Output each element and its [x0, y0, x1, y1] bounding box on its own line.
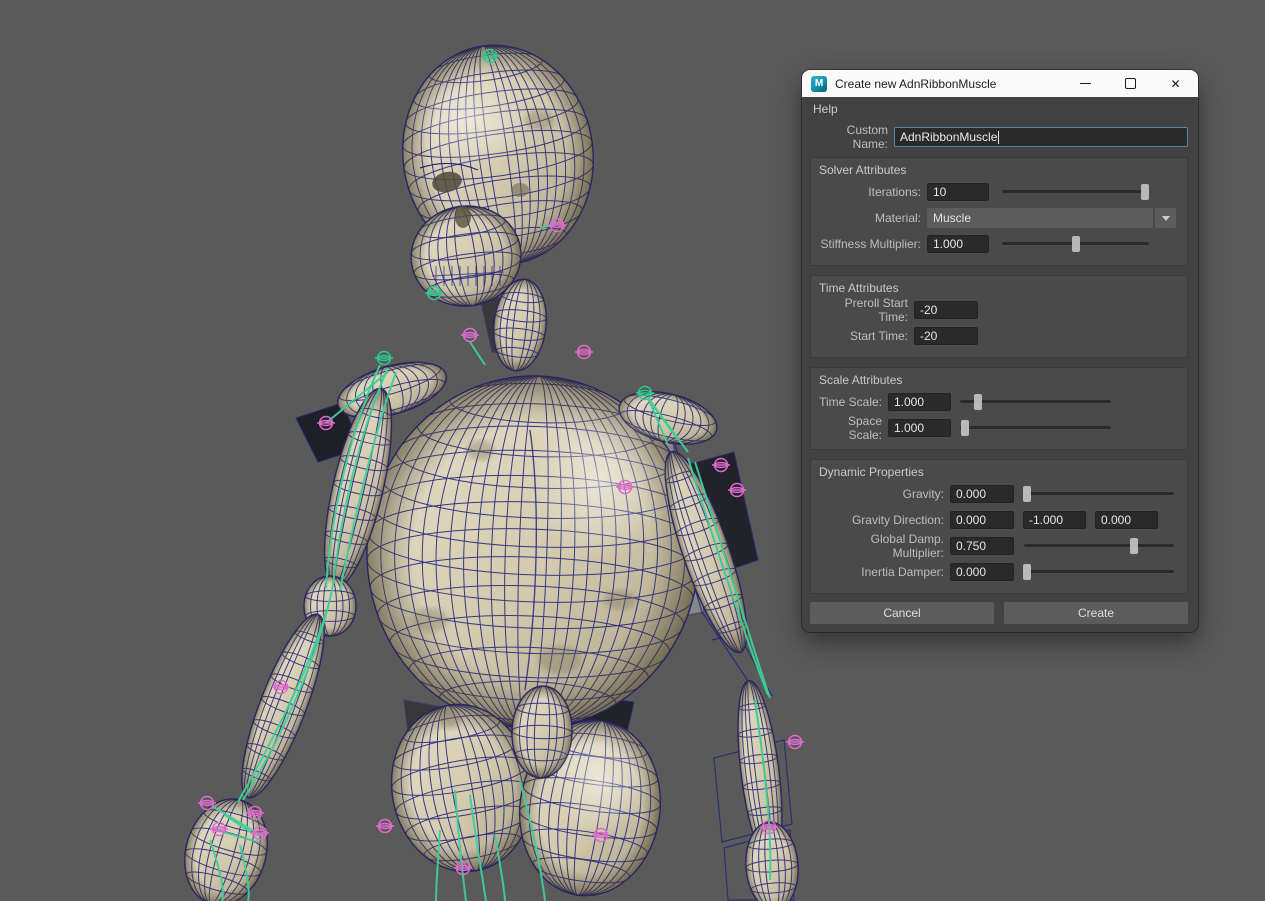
- time-scale-label: Time Scale:: [817, 395, 888, 409]
- global-damp-multiplier-label: Global Damp. Multiplier:: [817, 532, 950, 560]
- global-damp-slider[interactable]: [1024, 538, 1174, 554]
- global-damp-multiplier-input[interactable]: 0.750: [950, 537, 1014, 555]
- stiffness-slider-handle[interactable]: [1072, 236, 1080, 252]
- cancel-button[interactable]: Cancel: [810, 602, 994, 624]
- inertia-damper-input[interactable]: 0.000: [950, 563, 1014, 581]
- preroll-start-time-input[interactable]: -20: [914, 301, 978, 319]
- gravity-input[interactable]: 0.000: [950, 485, 1014, 503]
- dialog-menubar: Help: [802, 97, 1198, 121]
- minimize-icon: [1080, 83, 1091, 84]
- time-attributes-group: Time Attributes Preroll Start Time: -20 …: [810, 275, 1188, 358]
- close-button[interactable]: ✕: [1153, 70, 1198, 97]
- maya-app-icon: M: [811, 76, 827, 92]
- custom-name-label: Custom Name:: [810, 123, 894, 151]
- text-caret: [998, 131, 999, 144]
- scale-attributes-group: Scale Attributes Time Scale: 1.000 Space…: [810, 367, 1188, 450]
- global-damp-slider-handle[interactable]: [1130, 538, 1138, 554]
- time-scale-slider[interactable]: [960, 394, 1111, 410]
- material-dropdown-button[interactable]: [1155, 208, 1176, 228]
- material-dropdown[interactable]: Muscle: [927, 208, 1176, 228]
- material-label: Material:: [817, 211, 927, 225]
- close-icon: ✕: [1170, 78, 1180, 90]
- dialog-title: Create new AdnRibbonMuscle: [835, 77, 1063, 91]
- scale-attributes-title: Scale Attributes: [817, 371, 1179, 389]
- gravity-direction-y-input[interactable]: -1.000: [1023, 511, 1086, 529]
- space-scale-slider-handle[interactable]: [961, 420, 969, 436]
- menu-help[interactable]: Help: [806, 99, 845, 119]
- time-scale-input[interactable]: 1.000: [888, 393, 951, 411]
- maximize-button[interactable]: [1108, 70, 1153, 97]
- gravity-direction-label: Gravity Direction:: [817, 513, 950, 527]
- iterations-slider-handle[interactable]: [1141, 184, 1149, 200]
- inertia-damper-label: Inertia Damper:: [817, 565, 950, 579]
- inertia-damper-slider[interactable]: [1024, 564, 1174, 580]
- create-ribbon-muscle-dialog: M Create new AdnRibbonMuscle ✕ Help Cust…: [802, 70, 1198, 632]
- gravity-direction-x-input[interactable]: 0.000: [950, 511, 1014, 529]
- inertia-damper-slider-handle[interactable]: [1023, 564, 1031, 580]
- time-attributes-title: Time Attributes: [817, 279, 1179, 297]
- gravity-slider-handle[interactable]: [1023, 486, 1031, 502]
- iterations-slider[interactable]: [1002, 184, 1149, 200]
- iterations-label: Iterations:: [817, 185, 927, 199]
- stiffness-multiplier-input[interactable]: 1.000: [927, 235, 989, 253]
- solver-attributes-title: Solver Attributes: [817, 161, 1179, 179]
- minimize-button[interactable]: [1063, 70, 1108, 97]
- start-time-input[interactable]: -20: [914, 327, 978, 345]
- space-scale-label: Space Scale:: [817, 414, 888, 442]
- space-scale-slider[interactable]: [960, 420, 1111, 436]
- chevron-down-icon: [1162, 216, 1170, 221]
- dynamic-properties-title: Dynamic Properties: [817, 463, 1179, 481]
- dynamic-properties-group: Dynamic Properties Gravity: 0.000 Gravit…: [810, 459, 1188, 594]
- start-time-label: Start Time:: [817, 329, 914, 343]
- custom-name-input[interactable]: AdnRibbonMuscle: [894, 127, 1188, 147]
- gravity-slider[interactable]: [1024, 486, 1174, 502]
- space-scale-input[interactable]: 1.000: [888, 419, 951, 437]
- gravity-label: Gravity:: [817, 487, 950, 501]
- create-button[interactable]: Create: [1004, 602, 1188, 624]
- solver-attributes-group: Solver Attributes Iterations: 10 Materia…: [810, 157, 1188, 266]
- dialog-titlebar[interactable]: M Create new AdnRibbonMuscle ✕: [802, 70, 1198, 97]
- maximize-icon: [1125, 78, 1136, 89]
- stiffness-multiplier-label: Stiffness Multiplier:: [817, 237, 927, 251]
- gravity-direction-z-input[interactable]: 0.000: [1095, 511, 1158, 529]
- stiffness-multiplier-slider[interactable]: [1002, 236, 1149, 252]
- iterations-input[interactable]: 10: [927, 183, 989, 201]
- preroll-start-time-label: Preroll Start Time:: [817, 296, 914, 324]
- time-scale-slider-handle[interactable]: [974, 394, 982, 410]
